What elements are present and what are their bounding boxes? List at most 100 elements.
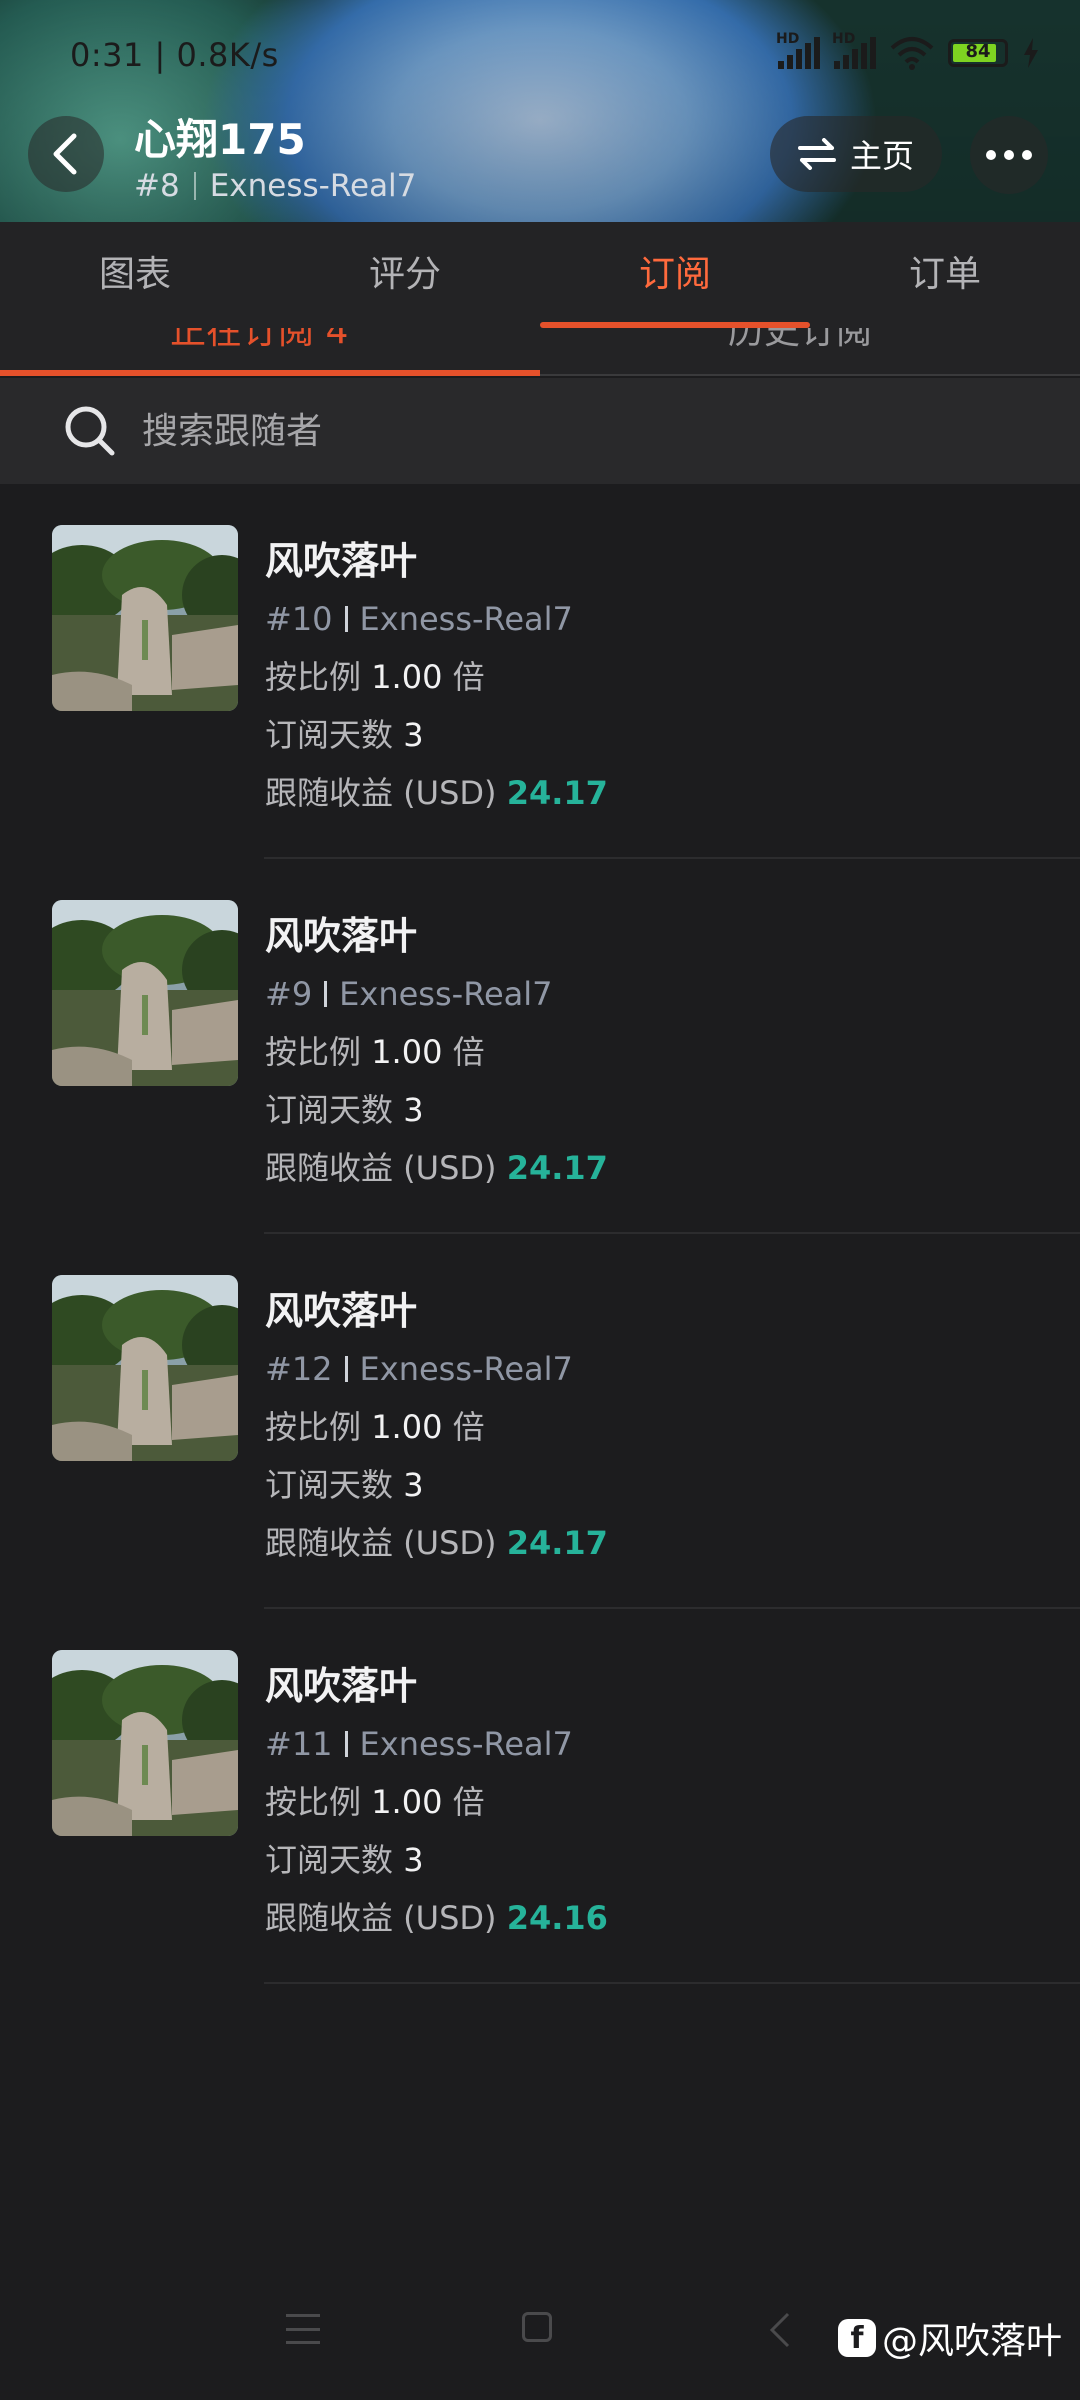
divider bbox=[324, 981, 328, 1007]
field-label: 按比例 bbox=[265, 658, 362, 696]
row-divider bbox=[264, 1982, 1080, 1984]
field-value: 3 bbox=[403, 716, 424, 754]
follower-server: Exness-Real7 bbox=[339, 975, 553, 1013]
wifi-icon bbox=[890, 37, 934, 70]
follower-ratio: 按比例 1.00 倍 bbox=[265, 1773, 608, 1831]
follower-ratio: 按比例 1.00 倍 bbox=[265, 1023, 608, 1081]
follower-list: 风吹落叶 #10 Exness-Real7 按比例 1.00 倍 订阅天数 3 … bbox=[0, 484, 1080, 1984]
divider bbox=[344, 1731, 348, 1757]
tab-orders[interactable]: 订单 bbox=[810, 222, 1080, 328]
account-subtitle: #8 Exness-Real7 bbox=[134, 168, 416, 204]
field-value: 1.00 bbox=[371, 1033, 443, 1071]
follower-profit: 跟随收益 (USD) 24.17 bbox=[265, 1514, 608, 1572]
field-label: 订阅天数 bbox=[265, 1841, 394, 1879]
follower-name: 风吹落叶 bbox=[265, 914, 418, 958]
divider bbox=[344, 1356, 348, 1382]
avatar bbox=[52, 1650, 238, 1836]
status-time: 0:31 | 0.8K/s bbox=[70, 36, 279, 74]
field-label: 订阅天数 bbox=[265, 1466, 394, 1504]
signal-icon: HD bbox=[776, 31, 820, 69]
search-icon bbox=[65, 406, 115, 456]
subtab-active-subscriptions[interactable]: 正在订阅 4 bbox=[170, 328, 348, 354]
home-button-label: 主页 bbox=[849, 137, 914, 175]
search-input[interactable] bbox=[140, 409, 944, 453]
tab-subscription[interactable]: 订阅 bbox=[540, 222, 810, 328]
subtab-indicator bbox=[0, 370, 540, 376]
field-label: 倍 bbox=[452, 1033, 485, 1071]
follower-name: 风吹落叶 bbox=[265, 1664, 418, 1708]
account-number: #8 bbox=[134, 168, 180, 204]
follower-account: #11 Exness-Real7 bbox=[265, 1715, 608, 1773]
field-label: 跟随收益 (USD) bbox=[265, 1524, 497, 1562]
follower-profit: 跟随收益 (USD) 24.17 bbox=[265, 764, 608, 822]
menu-icon[interactable] bbox=[286, 2314, 320, 2344]
tab-rating[interactable]: 评分 bbox=[270, 222, 540, 328]
field-value: 1.00 bbox=[371, 1783, 443, 1821]
avatar bbox=[52, 1275, 238, 1461]
field-label: 按比例 bbox=[265, 1408, 362, 1446]
swap-icon bbox=[797, 138, 836, 170]
field-value: 24.17 bbox=[506, 774, 608, 812]
list-item[interactable]: 风吹落叶 #10 Exness-Real7 按比例 1.00 倍 订阅天数 3 … bbox=[0, 484, 1080, 859]
list-item[interactable]: 风吹落叶 #12 Exness-Real7 按比例 1.00 倍 订阅天数 3 … bbox=[0, 1234, 1080, 1609]
server-name: Exness-Real7 bbox=[209, 168, 417, 204]
field-label: 按比例 bbox=[265, 1783, 362, 1821]
avatar bbox=[52, 525, 238, 711]
follower-account: #12 Exness-Real7 bbox=[265, 1340, 608, 1398]
follower-server: Exness-Real7 bbox=[359, 600, 573, 638]
follower-id: #12 bbox=[265, 1350, 333, 1388]
follower-days: 订阅天数 3 bbox=[265, 1831, 608, 1889]
field-value: 1.00 bbox=[371, 1408, 443, 1446]
follower-account: #9 Exness-Real7 bbox=[265, 965, 608, 1023]
home-icon[interactable] bbox=[522, 2312, 552, 2342]
field-label: 倍 bbox=[452, 1408, 485, 1446]
field-label: 订阅天数 bbox=[265, 716, 394, 754]
follower-days: 订阅天数 3 bbox=[265, 1081, 608, 1139]
follower-server: Exness-Real7 bbox=[359, 1725, 573, 1763]
subtab-divider bbox=[540, 374, 1080, 376]
follower-id: #11 bbox=[265, 1725, 333, 1763]
follower-profit: 跟随收益 (USD) 24.16 bbox=[265, 1889, 608, 1947]
search-bar bbox=[0, 378, 1080, 484]
field-label: 按比例 bbox=[265, 1033, 362, 1071]
follower-name: 风吹落叶 bbox=[265, 539, 418, 583]
charging-icon bbox=[1024, 38, 1038, 68]
follower-server: Exness-Real7 bbox=[359, 1350, 573, 1388]
follower-ratio: 按比例 1.00 倍 bbox=[265, 648, 608, 706]
status-icons: HD HD 84 bbox=[776, 31, 1040, 70]
list-item[interactable]: 风吹落叶 #9 Exness-Real7 按比例 1.00 倍 订阅天数 3 跟… bbox=[0, 859, 1080, 1234]
back-icon[interactable] bbox=[768, 2312, 792, 2348]
watermark-text: @风吹落叶 bbox=[882, 2321, 1063, 2362]
follower-profit: 跟随收益 (USD) 24.17 bbox=[265, 1139, 608, 1197]
more-dot-icon bbox=[1022, 150, 1032, 160]
more-dot-icon bbox=[1004, 150, 1014, 160]
tab-chart[interactable]: 图表 bbox=[0, 222, 270, 328]
signal-icon-2: HD bbox=[832, 31, 876, 69]
subtab-history-subscriptions[interactable]: 历史订阅 bbox=[728, 328, 872, 354]
field-label: 订阅天数 bbox=[265, 1091, 394, 1129]
follower-days: 订阅天数 3 bbox=[265, 706, 608, 764]
page-title: 心翔175 bbox=[134, 115, 306, 164]
main-tabs: 图表 评分 订阅 订单 bbox=[0, 222, 1080, 328]
home-button[interactable]: 主页 bbox=[770, 116, 942, 192]
more-dot-icon bbox=[986, 150, 996, 160]
divider bbox=[344, 606, 348, 632]
sub-tabs: 正在订阅 4 历史订阅 bbox=[0, 328, 1080, 376]
back-button[interactable] bbox=[28, 116, 104, 192]
battery-icon: 84 bbox=[948, 39, 1008, 67]
follower-id: #10 bbox=[265, 600, 333, 638]
field-label: 倍 bbox=[452, 658, 485, 696]
follower-ratio: 按比例 1.00 倍 bbox=[265, 1398, 608, 1456]
more-options-button[interactable] bbox=[970, 116, 1048, 194]
field-value: 3 bbox=[403, 1466, 424, 1504]
field-value: 24.16 bbox=[506, 1899, 608, 1937]
list-item[interactable]: 风吹落叶 #11 Exness-Real7 按比例 1.00 倍 订阅天数 3 … bbox=[0, 1609, 1080, 1984]
watermark: f @风吹落叶 bbox=[838, 2312, 1062, 2364]
header-banner: 0:31 | 0.8K/s HD HD 84 心翔175 #8 Exness-R… bbox=[0, 0, 1080, 222]
follower-account: #10 Exness-Real7 bbox=[265, 590, 608, 648]
field-label: 倍 bbox=[452, 1783, 485, 1821]
chevron-left-icon bbox=[53, 133, 77, 175]
field-label: 跟随收益 (USD) bbox=[265, 1149, 497, 1187]
follower-id: #9 bbox=[265, 975, 313, 1013]
field-value: 24.17 bbox=[506, 1149, 608, 1187]
